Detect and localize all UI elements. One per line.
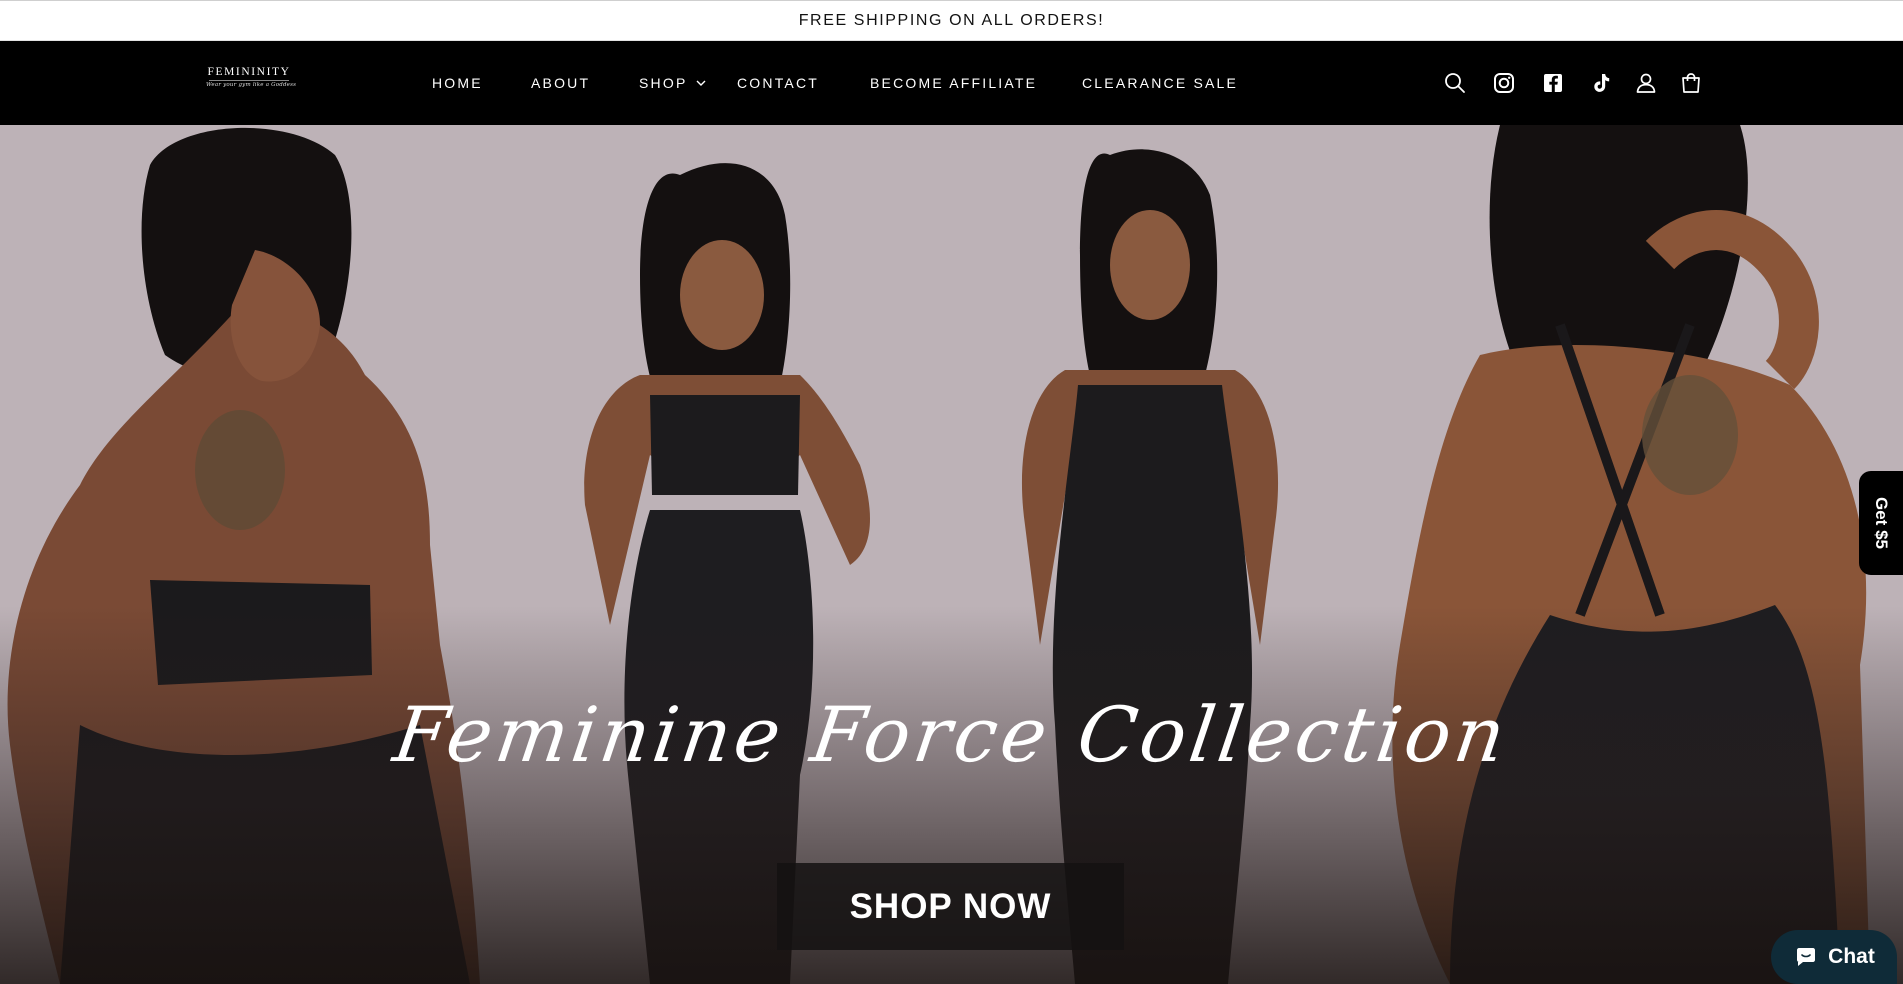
nav-home-label: HOME <box>432 75 483 91</box>
chat-label: Chat <box>1828 945 1875 968</box>
nav-shop[interactable]: SHOP <box>639 41 707 125</box>
site-header: FEMININITY Wear your gym like a Goddess … <box>0 41 1903 125</box>
nav-become-affiliate[interactable]: BECOME AFFILIATE <box>870 41 1037 125</box>
instagram-icon[interactable] <box>1491 70 1517 96</box>
chevron-down-icon <box>696 80 706 86</box>
nav-clearance-sale[interactable]: CLEARANCE SALE <box>1082 41 1238 125</box>
logo[interactable]: FEMININITY Wear your gym like a Goddess <box>206 66 297 100</box>
chat-bubble-icon <box>1797 948 1816 966</box>
announcement-text: FREE SHIPPING ON ALL ORDERS! <box>798 11 1105 29</box>
hero-banner: Feminine Force Collection SHOP NOW <box>0 125 1903 984</box>
search-icon[interactable] <box>1442 70 1468 96</box>
nav-shop-label: SHOP <box>639 75 688 91</box>
get-5-rewards-tab[interactable]: Get $5 <box>1859 471 1903 575</box>
account-icon[interactable] <box>1633 70 1659 96</box>
logo-brand: FEMININITY <box>207 66 291 78</box>
nav-home[interactable]: HOME <box>432 41 483 125</box>
get-5-label: Get $5 <box>1872 497 1892 549</box>
hero-gradient-overlay <box>0 125 1903 984</box>
nav-affiliate-label: BECOME AFFILIATE <box>870 75 1038 91</box>
nav-clearance-label: CLEARANCE SALE <box>1082 75 1239 91</box>
logo-tagline: Wear your gym like a Goddess <box>206 82 297 88</box>
tiktok-icon[interactable] <box>1588 70 1614 96</box>
cart-icon[interactable] <box>1678 70 1704 96</box>
nav-contact-label: CONTACT <box>737 75 820 91</box>
shop-now-button[interactable]: SHOP NOW <box>777 863 1124 950</box>
announcement-bar: FREE SHIPPING ON ALL ORDERS! <box>0 0 1903 41</box>
hero-title: Feminine Force Collection <box>388 690 1515 779</box>
facebook-icon[interactable] <box>1540 70 1566 96</box>
chat-button[interactable]: Chat <box>1771 930 1897 984</box>
nav-about[interactable]: ABOUT <box>531 41 590 125</box>
nav-contact[interactable]: CONTACT <box>737 41 819 125</box>
nav-about-label: ABOUT <box>531 75 591 91</box>
